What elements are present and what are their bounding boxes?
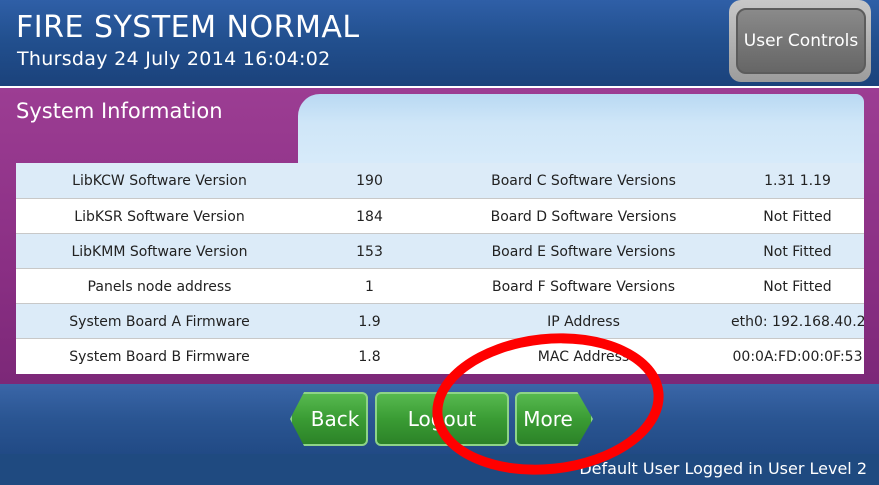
table-row: LibKSR Software Version 184 Board D Soft… bbox=[16, 198, 864, 234]
row-label-left: System Board A Firmware bbox=[69, 313, 250, 330]
row-value-right: Not Fitted bbox=[763, 243, 832, 260]
row-label-right: Board E Software Versions bbox=[491, 243, 676, 260]
table-row: Panels node address 1 Board F Software V… bbox=[16, 268, 864, 304]
user-controls-button[interactable]: User Controls bbox=[736, 8, 866, 74]
status-bar: Default User Logged in User Level 2 bbox=[0, 454, 879, 485]
row-label-left: LibKSR Software Version bbox=[74, 208, 245, 225]
row-label-right: MAC Address bbox=[537, 348, 630, 365]
panel-title: System Information bbox=[16, 99, 223, 123]
table-row: LibKMM Software Version 153 Board E Soft… bbox=[16, 233, 864, 269]
more-button[interactable]: More bbox=[515, 392, 593, 446]
table-row: System Board A Firmware 1.9 IP Address e… bbox=[16, 303, 864, 339]
row-label-left: Panels node address bbox=[87, 278, 232, 295]
fire-panel-screen: FIRE SYSTEM NORMAL Thursday 24 July 2014… bbox=[0, 0, 879, 485]
system-status-title: FIRE SYSTEM NORMAL bbox=[16, 10, 360, 45]
row-value-left: 1 bbox=[365, 278, 374, 295]
panel-header-band bbox=[298, 94, 864, 168]
back-button[interactable]: Back bbox=[290, 392, 368, 446]
row-value-left: 190 bbox=[356, 172, 383, 189]
row-value-left: 1.9 bbox=[358, 313, 381, 330]
navigation-bar: Back Logout More bbox=[0, 384, 879, 454]
row-label-right: Board C Software Versions bbox=[491, 172, 676, 189]
row-value-right: Not Fitted bbox=[763, 278, 832, 295]
logout-button[interactable]: Logout bbox=[375, 392, 509, 446]
row-value-left: 184 bbox=[356, 208, 383, 225]
row-label-left: LibKCW Software Version bbox=[72, 172, 247, 189]
row-value-left: 1.8 bbox=[358, 348, 381, 365]
row-value-right: 1.31 1.19 bbox=[764, 172, 831, 189]
logged-in-user-status: Default User Logged in User Level 2 bbox=[579, 459, 867, 478]
system-info-table: LibKCW Software Version 190 Board C Soft… bbox=[16, 163, 864, 374]
row-value-left: 153 bbox=[356, 243, 383, 260]
table-row: LibKCW Software Version 190 Board C Soft… bbox=[16, 163, 864, 198]
row-label-left: System Board B Firmware bbox=[69, 348, 250, 365]
table-row: System Board B Firmware 1.8 MAC Address … bbox=[16, 338, 864, 374]
date-time: Thursday 24 July 2014 16:04:02 bbox=[17, 48, 331, 70]
row-label-right: IP Address bbox=[547, 313, 620, 330]
header: FIRE SYSTEM NORMAL Thursday 24 July 2014… bbox=[0, 0, 879, 86]
row-value-right: Not Fitted bbox=[763, 208, 832, 225]
row-value-right: 00:0A:FD:00:0F:53 bbox=[732, 348, 863, 365]
row-value-right: eth0: 192.168.40.250 bbox=[731, 313, 864, 330]
row-label-left: LibKMM Software Version bbox=[71, 243, 248, 260]
row-label-right: Board F Software Versions bbox=[491, 278, 676, 295]
row-label-right: Board D Software Versions bbox=[490, 208, 677, 225]
